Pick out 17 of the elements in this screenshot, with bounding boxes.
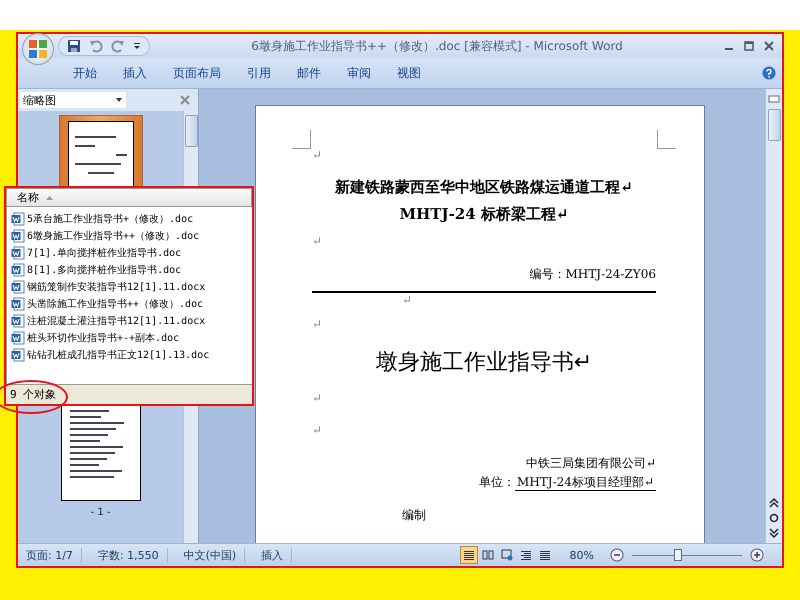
document-title: MHTJ-24 标桥梁工程↵ (398, 205, 570, 224)
document-text: 编制 (401, 507, 427, 524)
paragraph-mark: ↵ (312, 317, 324, 333)
field-label: 单位： (479, 475, 516, 489)
page-number: - 1 - (90, 507, 110, 518)
paragraph-mark: ↵ (312, 148, 324, 164)
paragraph-mark: ↵ (312, 234, 324, 250)
document-heading: 墩身施工作业指导书↵ (374, 349, 594, 377)
document-text: MHTJ-24标项目经理部↵ (515, 475, 656, 491)
document-title: 新建铁路蒙西至华中地区铁路煤运通道工程↵ (334, 178, 634, 197)
paragraph-mark: ↵ (312, 423, 324, 439)
object-count: 9 个对象 (10, 387, 56, 402)
window-title: 6墩身施工作业指导书++（修改）.doc [兼容模式] - Microsoft Word (250, 38, 624, 54)
paragraph-mark: ↵ (312, 391, 324, 407)
paragraph-mark: ↵ (401, 293, 414, 307)
document-text: 编号：MHTJ-24-ZY06 (530, 267, 656, 281)
document-text: 中铁三局集团有限公司↵ (526, 456, 656, 470)
